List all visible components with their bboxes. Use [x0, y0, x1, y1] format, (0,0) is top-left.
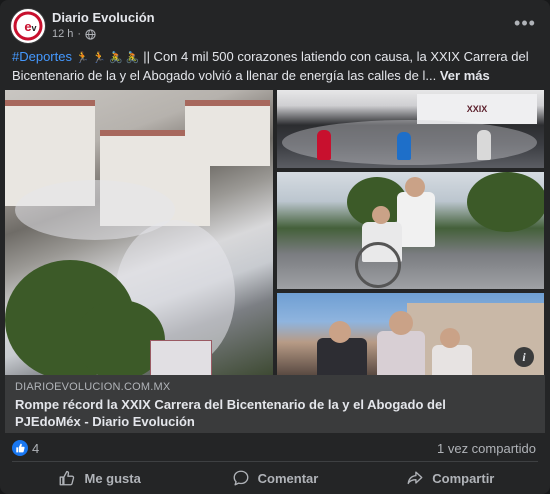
person [377, 331, 425, 375]
runner-head [405, 177, 425, 197]
runner [317, 130, 331, 160]
tree [467, 172, 544, 232]
diario-evolucion-logo: e v [13, 11, 43, 41]
person-head [329, 321, 351, 343]
share-icon [407, 471, 423, 485]
person [432, 345, 472, 375]
photo-aerial-crowd[interactable] [5, 90, 273, 375]
globe-icon [85, 28, 96, 40]
post-time[interactable]: 12 h [52, 28, 73, 40]
runner [397, 132, 411, 160]
person-head [389, 311, 413, 335]
photo-gallery: XXIX i [0, 90, 550, 375]
emoji-runners: 🏃 🏃 🚴 🚴 [75, 52, 140, 64]
comment-button[interactable]: Comentar [187, 463, 362, 493]
page-avatar[interactable]: e v [10, 8, 46, 44]
runner [477, 130, 491, 160]
divider [12, 461, 538, 462]
person [317, 338, 367, 375]
hashtag-link[interactable]: #Deportes [12, 49, 72, 64]
share-button[interactable]: Compartir [363, 463, 538, 493]
thumbs-up-icon [16, 443, 25, 453]
link-domain: DIARIOEVOLUCION.COM.MX [15, 381, 171, 393]
photo-runners-start[interactable]: XXIX [277, 90, 544, 168]
wheelchair-wheel [355, 242, 401, 288]
more-options-icon[interactable]: ••• [514, 12, 536, 34]
like-label: Me gusta [84, 470, 141, 486]
svg-text:v: v [31, 23, 36, 33]
page-name[interactable]: Diario Evolución [52, 10, 155, 25]
link-preview[interactable]: DIARIOEVOLUCION.COM.MX Rompe récord la X… [5, 375, 545, 433]
like-count[interactable]: 4 [32, 441, 39, 456]
post-meta: 12 h · [52, 28, 96, 40]
person-head [440, 328, 460, 348]
building [185, 100, 270, 166]
like-reaction-icon[interactable] [12, 440, 28, 456]
post-header: e v Diario Evolución 12 h · ••• [10, 8, 540, 44]
link-title: Rompe récord la XXIX Carrera del Bicente… [15, 397, 446, 429]
see-more-link[interactable]: Ver más [440, 68, 490, 83]
photo-winners[interactable]: i [277, 293, 544, 375]
post-stats: 4 1 vez compartido [12, 437, 538, 459]
like-button[interactable]: Me gusta [12, 463, 187, 493]
info-icon[interactable]: i [514, 347, 534, 367]
post-caption: #Deportes 🏃 🏃 🚴 🚴 || Con 4 mil 500 coraz… [12, 48, 536, 84]
photo-wheelchair-runner[interactable] [277, 172, 544, 289]
post-card: e v Diario Evolución 12 h · ••• #Deporte… [0, 0, 550, 494]
action-bar: Me gusta Comentar Compartir [12, 463, 538, 493]
runner-white-shirt [397, 192, 435, 247]
comment-icon [233, 470, 249, 486]
wheelchair-user-head [372, 206, 390, 224]
share-label: Compartir [432, 470, 495, 486]
event-stage [150, 340, 212, 375]
thumbs-up-icon [60, 470, 75, 486]
share-count[interactable]: 1 vez compartido [437, 441, 536, 456]
comment-label: Comentar [257, 470, 319, 486]
